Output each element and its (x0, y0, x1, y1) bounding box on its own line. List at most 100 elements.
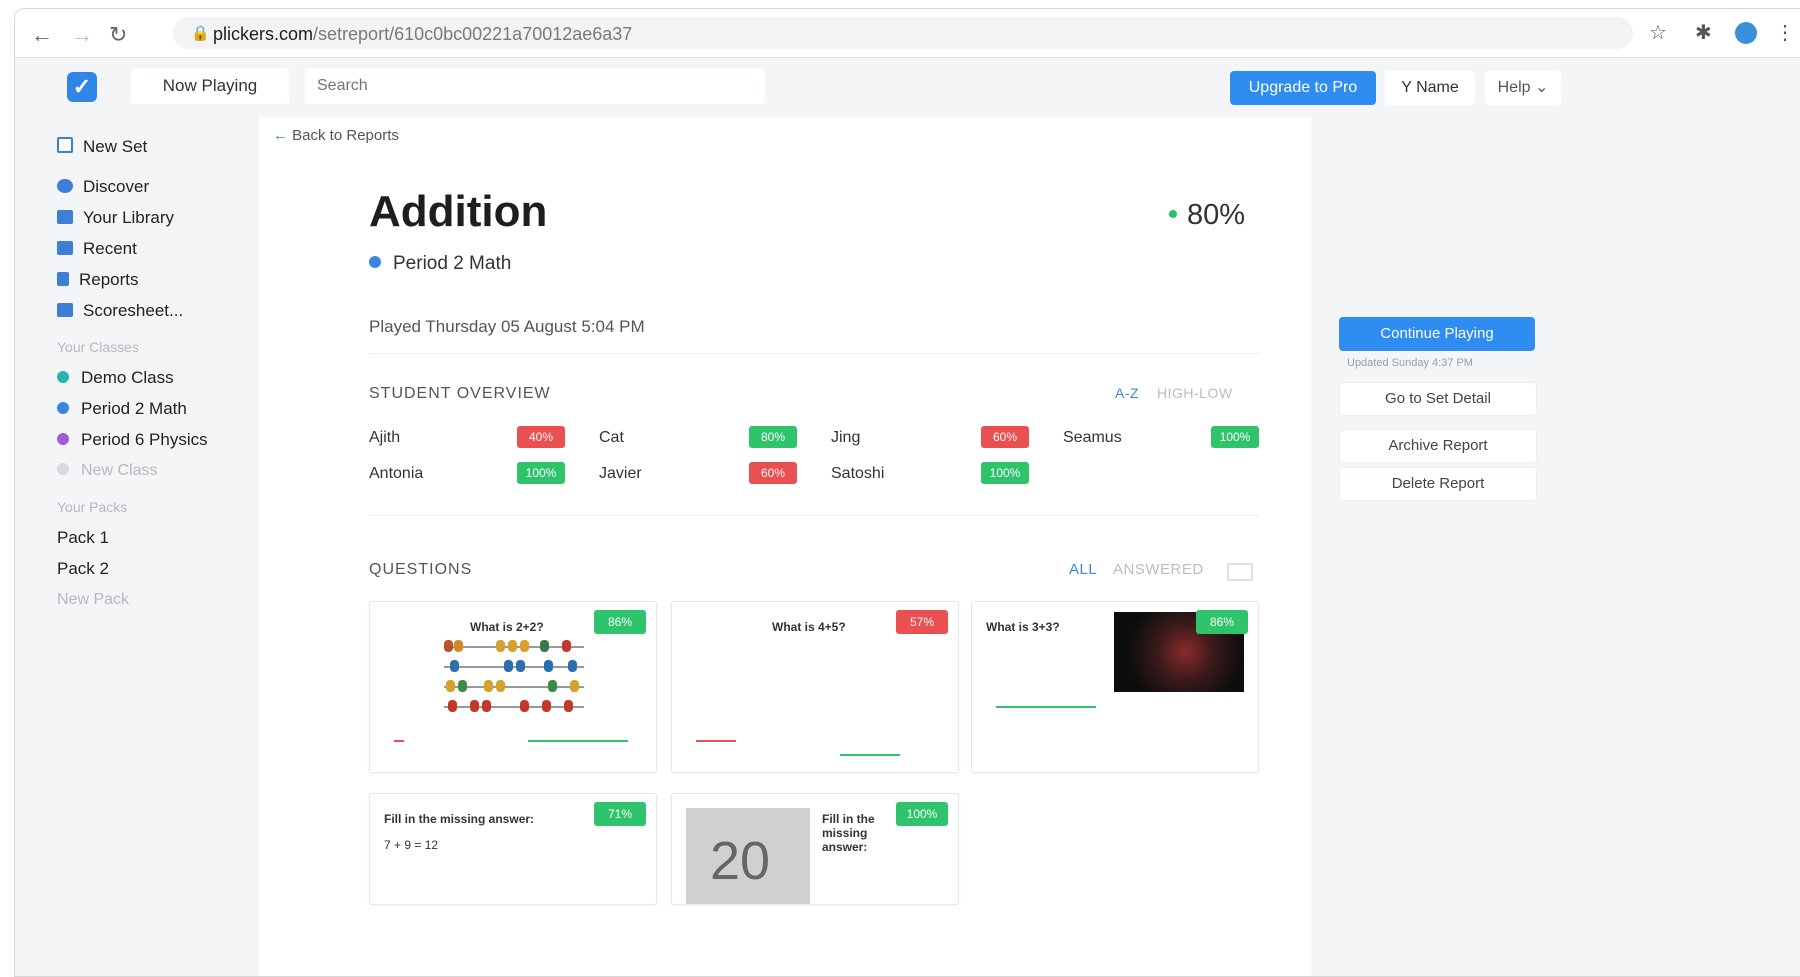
archive-report-button[interactable]: Archive Report (1339, 429, 1537, 463)
packs-heading: Your Packs (57, 499, 128, 515)
clock-icon (57, 241, 73, 255)
question-image: 20 (686, 808, 810, 904)
student-name[interactable]: Seamus (1063, 429, 1122, 447)
sidebar-pack-1[interactable]: Pack 1 (57, 528, 109, 548)
new-set-button[interactable]: New Set (57, 137, 147, 157)
help-button[interactable]: Help ⌄ (1485, 71, 1561, 105)
played-timestamp: Played Thursday 05 August 5:04 PM (369, 317, 645, 336)
folder-icon (57, 210, 73, 224)
back-arrow-icon: ← (273, 127, 288, 144)
student-name[interactable]: Jing (831, 429, 860, 447)
report-panel: ← Back to Reports Addition 80% Period 2 … (259, 117, 1311, 976)
compass-icon (57, 179, 73, 193)
reload-icon[interactable]: ↻ (109, 22, 127, 48)
delete-report-button[interactable]: Delete Report (1339, 467, 1537, 501)
back-to-reports-link[interactable]: ← Back to Reports (273, 127, 399, 144)
abacus-image (444, 638, 584, 724)
student-score-badge: 60% (981, 426, 1029, 448)
student-name[interactable]: Javier (599, 465, 642, 483)
forward-arrow-icon[interactable]: → (71, 22, 93, 48)
student-score-badge: 60% (749, 462, 797, 484)
filter-all-button[interactable]: ALL (1069, 561, 1097, 578)
student-score-badge: 80% (749, 426, 797, 448)
sidebar-class-period2[interactable]: Period 2 Math (57, 399, 187, 419)
new-set-icon (57, 137, 73, 153)
answer-bar (394, 740, 404, 742)
continue-playing-button[interactable]: Continue Playing (1339, 317, 1535, 351)
divider (369, 515, 1259, 516)
profile-avatar[interactable] (1735, 22, 1757, 44)
question-body: 7 + 9 = 12 (384, 838, 439, 852)
star-icon[interactable]: ☆ (1649, 20, 1667, 45)
answer-bar (996, 706, 1096, 708)
plickers-logo-icon[interactable]: ✓ (67, 72, 97, 102)
address-bar[interactable]: 🔒 plickers.com/setreport/610c0bc00221a70… (173, 17, 1633, 49)
sidebar-item-scoresheet[interactable]: Scoresheet... (57, 301, 183, 321)
report-title: Addition (369, 187, 548, 236)
url-host: plickers.com (213, 24, 314, 44)
question-image-text: 20 (710, 831, 771, 891)
grid-view-icon[interactable] (1227, 563, 1253, 581)
grid-icon (57, 303, 73, 317)
plus-icon (57, 463, 69, 475)
filter-answered-button[interactable]: ANSWERED (1113, 561, 1204, 578)
sidebar-item-library[interactable]: Your Library (57, 208, 174, 228)
sidebar-item-reports[interactable]: Reports (57, 270, 139, 290)
class-dot-icon (57, 402, 69, 414)
class-dot-icon (57, 433, 69, 445)
url-path: /setreport/610c0bc00221a70012ae6a37 (313, 24, 633, 44)
sidebar-class-period6[interactable]: Period 6 Physics (57, 430, 208, 450)
lock-icon: 🔒 (191, 25, 210, 42)
menu-icon[interactable]: ⋮ (1775, 20, 1795, 45)
question-score-badge: 86% (594, 610, 646, 634)
new-class-button[interactable]: New Class (57, 462, 157, 480)
sidebar-class-demo[interactable]: Demo Class (57, 368, 174, 388)
new-pack-button[interactable]: New Pack (57, 591, 129, 609)
student-name[interactable]: Satoshi (831, 465, 884, 483)
browser-window: ← → ↻ 🔒 plickers.com/setreport/610c0bc00… (14, 8, 1800, 977)
student-score-badge: 100% (981, 462, 1029, 484)
class-dot-icon (57, 371, 69, 383)
answer-bar (696, 740, 736, 742)
upgrade-button[interactable]: Upgrade to Pro (1230, 71, 1376, 105)
question-card[interactable]: Fill in the missing answer: 7 + 9 = 12 7… (369, 793, 657, 905)
extensions-icon[interactable]: ✱ (1695, 20, 1712, 45)
report-class[interactable]: Period 2 Math (369, 253, 511, 275)
chevron-down-icon: ⌄ (1534, 79, 1549, 96)
answer-bar (840, 754, 900, 756)
sort-az-button[interactable]: A-Z (1115, 385, 1139, 401)
question-card[interactable]: What is 2+2? 86% (369, 601, 657, 773)
score-dot-icon (1169, 210, 1177, 218)
now-playing-button[interactable]: Now Playing (131, 68, 289, 104)
sidebar-pack-2[interactable]: Pack 2 (57, 559, 109, 579)
updated-timestamp: Updated Sunday 4:37 PM (1347, 357, 1473, 369)
question-title: Fill in the missing answer: (384, 812, 535, 826)
sidebar-item-discover[interactable]: Discover (57, 177, 149, 197)
user-name-button[interactable]: Y Name (1385, 71, 1475, 105)
question-title: Fill in the missing answer: (822, 812, 875, 854)
question-title: What is 4+5? (772, 620, 846, 634)
student-name[interactable]: Cat (599, 429, 624, 447)
student-score-badge: 100% (517, 462, 565, 484)
browser-toolbar: ← → ↻ 🔒 plickers.com/setreport/610c0bc00… (15, 9, 1800, 58)
sidebar-item-recent[interactable]: Recent (57, 239, 137, 259)
go-to-set-detail-button[interactable]: Go to Set Detail (1339, 382, 1537, 416)
student-name[interactable]: Antonia (369, 465, 423, 483)
back-arrow-icon[interactable]: ← (31, 22, 53, 48)
question-score-badge: 100% (896, 802, 948, 826)
question-score-badge: 86% (1196, 610, 1248, 634)
questions-title: QUESTIONS (369, 561, 473, 578)
question-card[interactable]: 20 Fill in the missing answer: 100% (671, 793, 959, 905)
question-card[interactable]: What is 4+5? 57% (671, 601, 959, 773)
sidebar: New Set Discover Your Library Recent Rep… (15, 117, 259, 976)
sort-high-low-button[interactable]: HIGH-LOW (1157, 385, 1233, 401)
report-icon (57, 272, 69, 286)
question-title: What is 2+2? (470, 620, 544, 634)
student-name[interactable]: Ajith (369, 429, 400, 447)
answer-bar (528, 740, 628, 742)
question-score-badge: 57% (896, 610, 948, 634)
search-input[interactable] (305, 68, 765, 104)
question-card[interactable]: What is 3+3? 86% (971, 601, 1259, 773)
student-overview-title: STUDENT OVERVIEW (369, 385, 551, 402)
student-score-badge: 40% (517, 426, 565, 448)
